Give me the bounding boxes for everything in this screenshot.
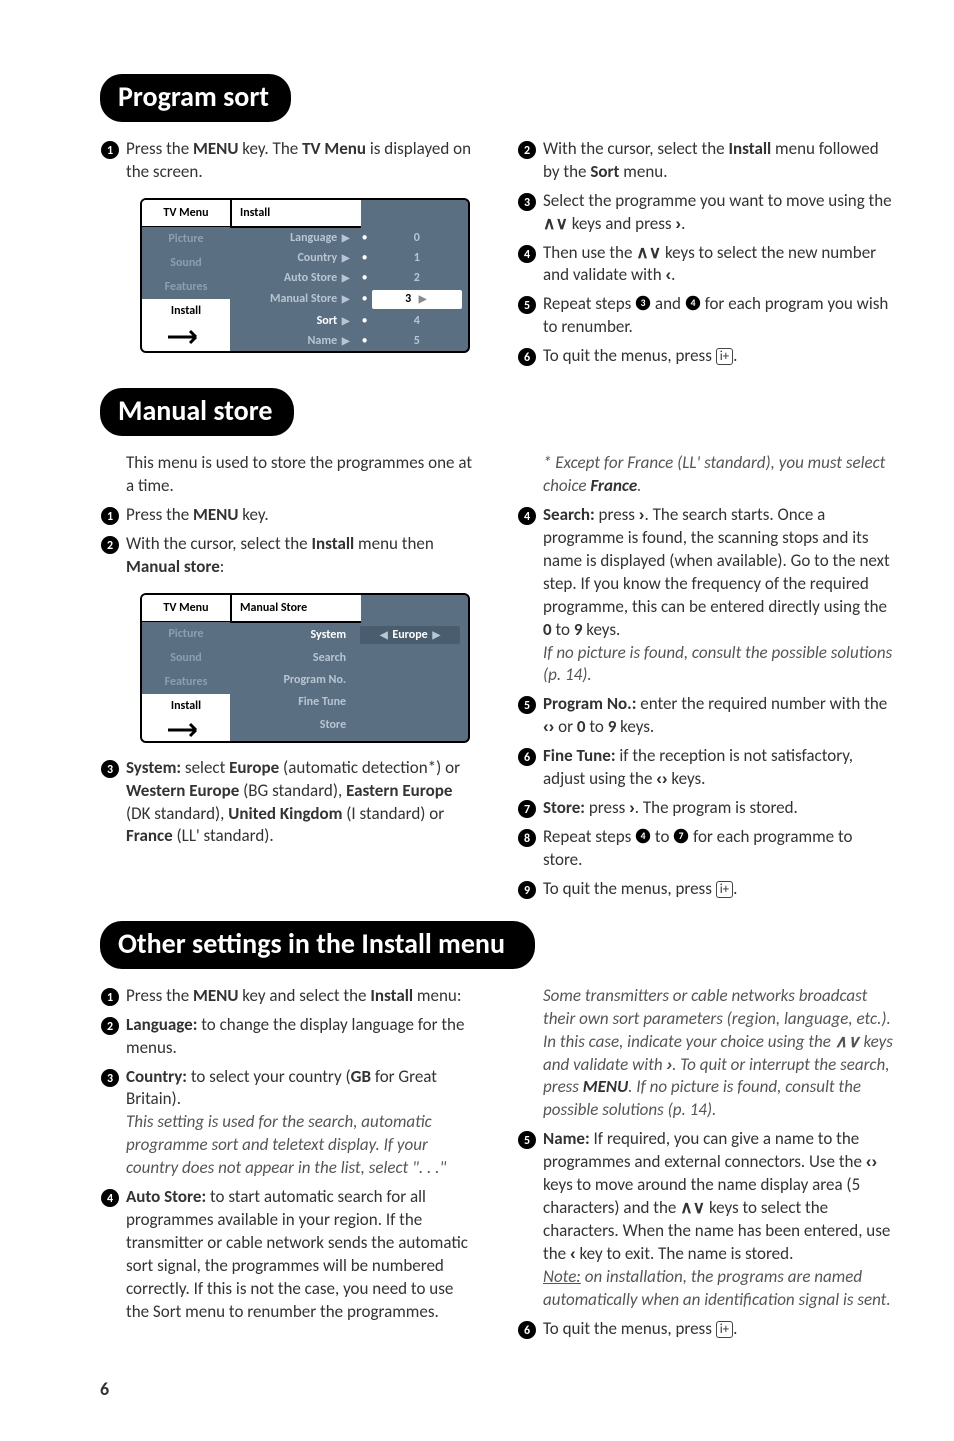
step-number-3-icon: 3 bbox=[517, 192, 537, 212]
ms-step-2: 2 With the cursor, select the Install me… bbox=[100, 533, 477, 579]
svg-text:7: 7 bbox=[679, 830, 684, 842]
page-number: 6 bbox=[100, 1377, 894, 1401]
svg-text:8: 8 bbox=[524, 832, 530, 846]
step-number-6-icon: 6 bbox=[517, 347, 537, 367]
step-ref-7-icon: 7 bbox=[673, 828, 689, 844]
step-number-3-icon: 3 bbox=[100, 759, 120, 779]
step-number-5-icon: 5 bbox=[517, 695, 537, 715]
svg-text:7: 7 bbox=[524, 803, 530, 817]
svg-text:2: 2 bbox=[524, 144, 530, 158]
svg-text:9: 9 bbox=[524, 884, 530, 898]
svg-text:1: 1 bbox=[107, 144, 113, 158]
ps-step-3: 3 Select the programme you want to move … bbox=[517, 190, 894, 236]
os-step-3: 3 Country: to select your country (GB fo… bbox=[100, 1066, 477, 1181]
step-number-1-icon: 1 bbox=[100, 140, 120, 160]
step-number-9-icon: 9 bbox=[517, 880, 537, 900]
section-title-program-sort: Program sort bbox=[100, 74, 291, 122]
ps-step-6: 6 To quit the menus, press i+. bbox=[517, 345, 894, 368]
svg-text:5: 5 bbox=[524, 1134, 530, 1148]
svg-text:6: 6 bbox=[524, 1324, 530, 1338]
step-number-8-icon: 8 bbox=[517, 828, 537, 848]
step-number-4-icon: 4 bbox=[517, 244, 537, 264]
svg-text:4: 4 bbox=[690, 298, 695, 310]
step-number-4-icon: 4 bbox=[517, 506, 537, 526]
svg-text:6: 6 bbox=[524, 751, 530, 765]
ms-step-7: 7 Store: press ›. The program is stored. bbox=[517, 797, 894, 820]
info-key-icon: i+ bbox=[716, 348, 733, 365]
step-number-2-icon: 2 bbox=[100, 535, 120, 555]
step-number-5-icon: 5 bbox=[517, 295, 537, 315]
os-step-5: 5 Name: If required, you can give a name… bbox=[517, 1128, 894, 1312]
step-number-1-icon: 1 bbox=[100, 506, 120, 526]
ps-step-4: 4 Then use the ∧∨ keys to select the new… bbox=[517, 242, 894, 288]
os-note: Some transmitters or cable networks broa… bbox=[517, 985, 894, 1123]
step-number-1-icon: 1 bbox=[100, 987, 120, 1007]
svg-text:4: 4 bbox=[107, 1192, 113, 1206]
ps-step-2: 2 With the cursor, select the Install me… bbox=[517, 138, 894, 184]
section-title-manual-store: Manual store bbox=[100, 388, 294, 436]
step-number-4-icon: 4 bbox=[100, 1188, 120, 1208]
manual-store-menu-screenshot: TV Menu Picture Sound Features Install M… bbox=[140, 593, 470, 743]
ms-step-8: 8 Repeat steps 4 to 7 for each programme… bbox=[517, 826, 894, 872]
arrow-right-icon bbox=[166, 326, 206, 348]
ms-intro: This menu is used to store the programme… bbox=[100, 452, 477, 498]
ms-footnote: * Except for France (LL' standard), you … bbox=[517, 452, 894, 498]
svg-text:1: 1 bbox=[107, 510, 113, 524]
os-step-1: 1 Press the MENU key and select the Inst… bbox=[100, 985, 477, 1008]
step-number-6-icon: 6 bbox=[517, 747, 537, 767]
svg-text:2: 2 bbox=[107, 539, 113, 553]
os-step-4: 4 Auto Store: to start automatic search … bbox=[100, 1186, 477, 1324]
svg-text:3: 3 bbox=[107, 763, 113, 777]
svg-text:1: 1 bbox=[107, 991, 113, 1005]
step-ref-3-icon: 3 bbox=[635, 295, 651, 311]
svg-text:5: 5 bbox=[524, 299, 530, 313]
ms-step-6: 6 Fine Tune: if the reception is not sat… bbox=[517, 745, 894, 791]
step-ref-4-icon: 4 bbox=[635, 828, 651, 844]
ms-step-5: 5 Program No.: enter the required number… bbox=[517, 693, 894, 739]
info-key-icon: i+ bbox=[716, 1321, 733, 1338]
svg-text:4: 4 bbox=[524, 510, 530, 524]
ms-step-4: 4 Search: press ›. The search starts. On… bbox=[517, 504, 894, 688]
section-title-other-settings: Other settings in the Install menu bbox=[100, 921, 535, 969]
os-step-2: 2 Language: to change the display langua… bbox=[100, 1014, 477, 1060]
svg-text:3: 3 bbox=[641, 298, 646, 310]
os-step-6: 6 To quit the menus, press i+. bbox=[517, 1318, 894, 1341]
svg-text:4: 4 bbox=[641, 830, 646, 842]
svg-text:3: 3 bbox=[524, 196, 530, 210]
step-number-6-icon: 6 bbox=[517, 1320, 537, 1340]
svg-text:4: 4 bbox=[524, 248, 530, 262]
step-number-7-icon: 7 bbox=[517, 799, 537, 819]
step-ref-4-icon: 4 bbox=[685, 295, 701, 311]
info-key-icon: i+ bbox=[716, 881, 733, 898]
ms-step-3: 3 System: select Europe (automatic detec… bbox=[100, 757, 477, 849]
step-number-2-icon: 2 bbox=[100, 1016, 120, 1036]
svg-text:2: 2 bbox=[107, 1020, 113, 1034]
ms-step-1: 1 Press the MENU key. bbox=[100, 504, 477, 527]
ps-step-5: 5 Repeat steps 3 and 4 for each program … bbox=[517, 293, 894, 339]
step-number-3-icon: 3 bbox=[100, 1068, 120, 1088]
install-menu-screenshot: TV Menu Picture Sound Features Install I… bbox=[140, 198, 470, 353]
arrow-right-icon bbox=[166, 719, 206, 741]
ps-step-1: 1 Press the MENU key. The TV Menu is dis… bbox=[100, 138, 477, 184]
step-number-5-icon: 5 bbox=[517, 1130, 537, 1150]
ms-step-9: 9 To quit the menus, press i+. bbox=[517, 878, 894, 901]
step-number-2-icon: 2 bbox=[517, 140, 537, 160]
svg-text:5: 5 bbox=[524, 699, 530, 713]
svg-text:3: 3 bbox=[107, 1072, 113, 1086]
svg-text:6: 6 bbox=[524, 351, 530, 365]
